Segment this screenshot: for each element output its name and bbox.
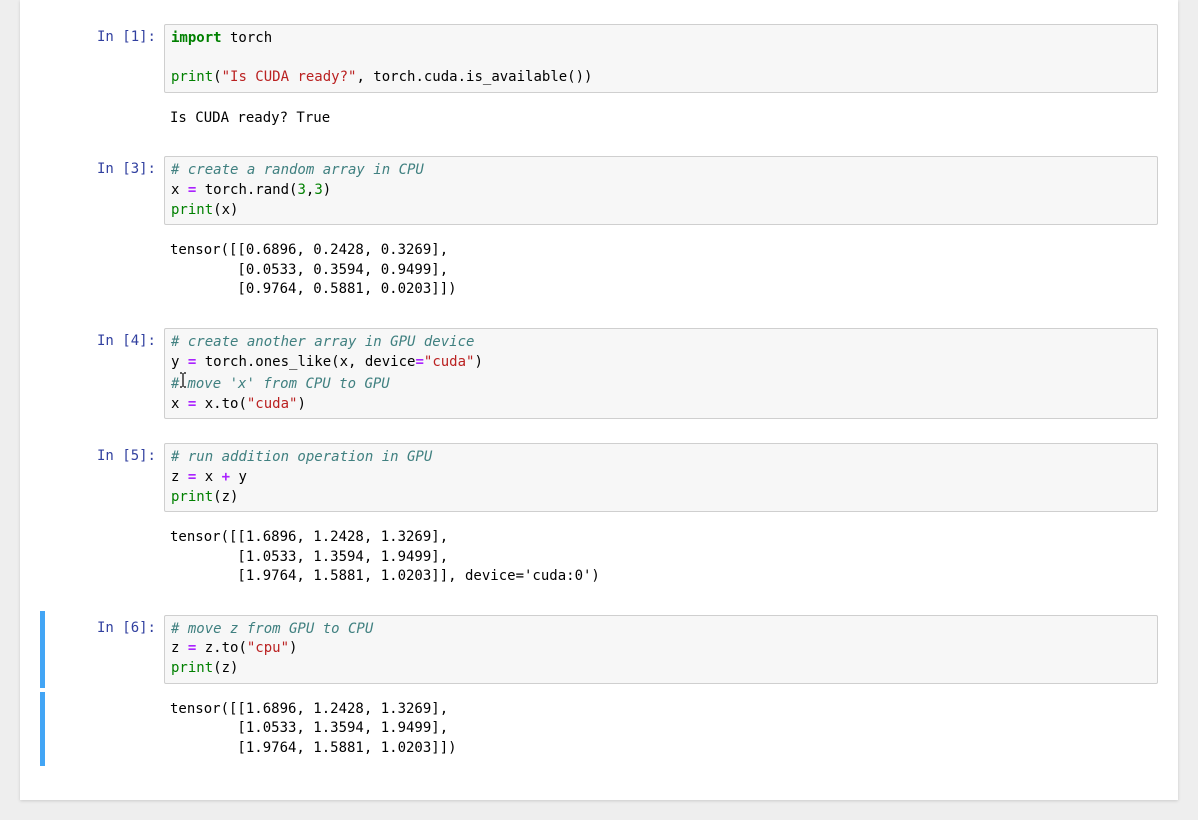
output-text: tensor([[1.6896, 1.2428, 1.3269], [1.053… bbox=[164, 524, 1158, 591]
cell-1[interactable]: In [1]: import torch print("Is CUDA read… bbox=[40, 20, 1158, 97]
cell-3[interactable]: In [4]: # create another array in GPU de… bbox=[40, 324, 1158, 423]
cell-2[interactable]: In [3]: # create a random array in CPU x… bbox=[40, 152, 1158, 229]
code-input[interactable]: # move z from GPU to CPU z = z.to("cpu")… bbox=[164, 615, 1158, 684]
code-input[interactable]: import torch print("Is CUDA ready?", tor… bbox=[164, 24, 1158, 93]
text-cursor-icon bbox=[179, 372, 187, 388]
input-prompt: In [6]: bbox=[49, 615, 164, 684]
cell-4[interactable]: In [5]: # run addition operation in GPU … bbox=[40, 439, 1158, 516]
input-prompt: In [1]: bbox=[49, 24, 164, 93]
output-prompt-spacer bbox=[49, 237, 164, 304]
output-prompt-spacer bbox=[49, 696, 164, 763]
cell-5-output: tensor([[1.6896, 1.2428, 1.3269], [1.053… bbox=[40, 692, 1158, 767]
cell-1-output: Is CUDA ready? True bbox=[40, 101, 1158, 137]
notebook-container: In [1]: import torch print("Is CUDA read… bbox=[20, 0, 1178, 800]
output-prompt-spacer bbox=[49, 105, 164, 133]
output-prompt-spacer bbox=[49, 524, 164, 591]
output-text: tensor([[1.6896, 1.2428, 1.3269], [1.053… bbox=[164, 696, 1158, 763]
input-prompt: In [4]: bbox=[49, 328, 164, 419]
code-input[interactable]: # run addition operation in GPU z = x + … bbox=[164, 443, 1158, 512]
code-input[interactable]: # create another array in GPU device y =… bbox=[164, 328, 1158, 419]
cell-4-output: tensor([[1.6896, 1.2428, 1.3269], [1.053… bbox=[40, 520, 1158, 595]
cell-5[interactable]: In [6]: # move z from GPU to CPU z = z.t… bbox=[40, 611, 1158, 688]
output-text: tensor([[0.6896, 0.2428, 0.3269], [0.053… bbox=[164, 237, 1158, 304]
output-text: Is CUDA ready? True bbox=[164, 105, 1158, 133]
cell-2-output: tensor([[0.6896, 0.2428, 0.3269], [0.053… bbox=[40, 233, 1158, 308]
input-prompt: In [3]: bbox=[49, 156, 164, 225]
input-prompt: In [5]: bbox=[49, 443, 164, 512]
code-input[interactable]: # create a random array in CPU x = torch… bbox=[164, 156, 1158, 225]
